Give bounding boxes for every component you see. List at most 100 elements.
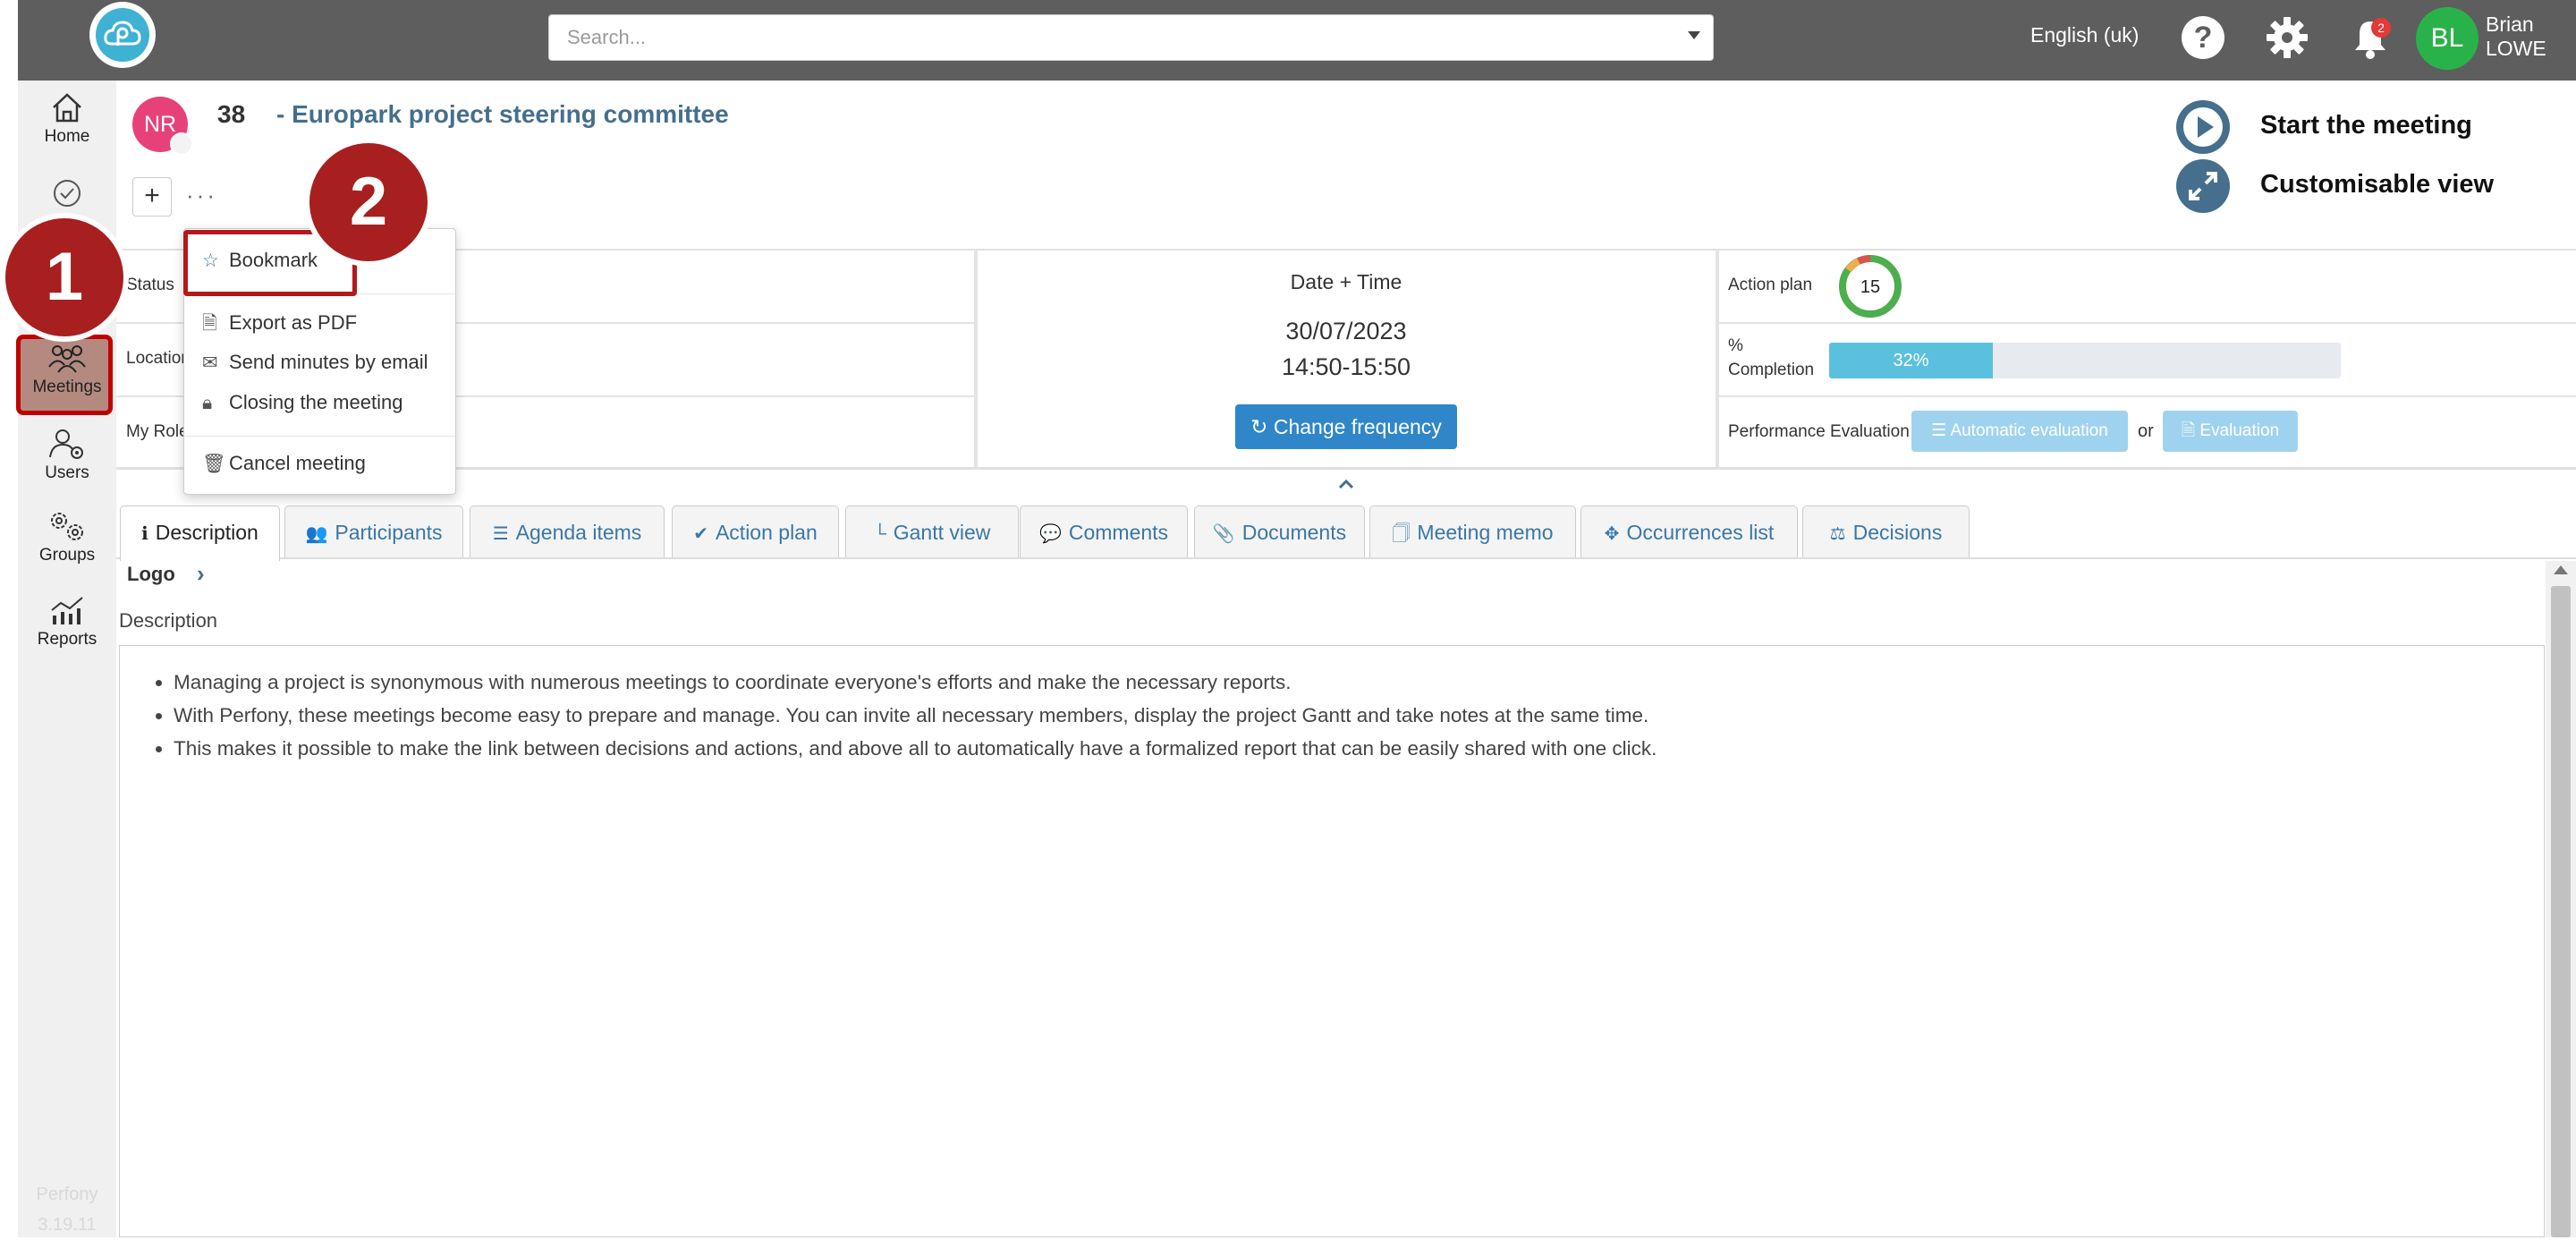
action-plan-label: Action plan (1728, 276, 1813, 294)
play-icon[interactable] (2176, 100, 2230, 154)
gears-icon (51, 513, 83, 540)
list-item: This makes it possible to make the link … (174, 732, 2544, 765)
tab-decisions[interactable]: ⚖ Decisions (1802, 505, 1970, 557)
meeting-title: - Europark project steering committee (276, 100, 729, 128)
add-button[interactable]: + (132, 177, 172, 217)
sidebar-item-meetings-content[interactable]: Meetings (18, 342, 116, 397)
tab-occurrences-list[interactable]: ✥ Occurrences list (1580, 505, 1798, 557)
scroll-up-arrow-icon[interactable] (2554, 565, 2568, 574)
tab-documents[interactable]: 📎 Documents (1194, 505, 1365, 557)
action-plan-donut[interactable]: 15 (1836, 252, 1904, 320)
search-input[interactable] (565, 15, 1678, 60)
chart-icon: └ (873, 524, 886, 544)
chevron-right-icon[interactable]: › (197, 560, 205, 588)
or-label: or (2138, 421, 2154, 441)
tab-label: Occurrences list (1626, 521, 1775, 544)
users-icon: 👥 (305, 524, 328, 544)
sidebar-item-reports[interactable]: Reports (18, 594, 116, 650)
list-item: Managing a project is synonymous with nu… (174, 666, 2544, 699)
sliders-icon: ☰ (1931, 421, 1951, 440)
tab-label: Gantt view (893, 521, 991, 544)
tab-label: Action plan (715, 521, 818, 544)
tab-meeting-memo[interactable]: 🗍 Meeting memo (1369, 505, 1576, 557)
chevron-down-icon[interactable] (1688, 31, 1700, 39)
version-number: 3.19.11 (38, 1215, 97, 1235)
memo-icon: 🗍 (1392, 524, 1411, 544)
collapse-chevron-up-icon[interactable] (1338, 478, 1354, 494)
tab-label: Participants (335, 521, 443, 544)
automatic-evaluation-label: Automatic evaluation (1950, 421, 2108, 440)
automatic-evaluation-button[interactable]: ☰ Automatic evaluation (1911, 411, 2128, 452)
refresh-icon: ↻ (1250, 415, 1274, 438)
sidebar-item-users[interactable]: Users (18, 428, 116, 483)
home-icon (53, 93, 81, 123)
user-first-name: Brian (2486, 13, 2534, 36)
performance-evaluation-label: Performance Evaluation : (1728, 422, 1919, 441)
info-grid-divider (1716, 249, 1719, 469)
start-meeting-button[interactable]: Start the meeting (2260, 111, 2472, 140)
search-box[interactable] (548, 14, 1714, 61)
tab-action-plan[interactable]: ✔ Action plan (672, 505, 839, 557)
user-name[interactable]: Brian LOWE (2486, 13, 2546, 61)
evaluation-label: Evaluation (2199, 421, 2280, 440)
app-logo[interactable] (89, 2, 156, 68)
info-grid-top-border (116, 249, 2576, 251)
scrollbar-thumb[interactable] (2551, 586, 2571, 1237)
language-selector[interactable]: English (uk) (2030, 23, 2139, 47)
sidebar-item-label: Groups (38, 546, 96, 565)
tab-label: Comments (1068, 521, 1169, 544)
list-icon: ☰ (492, 524, 509, 544)
tab-comments[interactable]: 💬 Comments (1020, 505, 1188, 557)
meeting-time: 14:50-15:50 (1281, 353, 1411, 380)
info-icon: ℹ (141, 524, 148, 544)
sidebar-item-tasks[interactable] (18, 177, 116, 213)
status-label: Status (126, 276, 174, 294)
arrows-icon: ✥ (1604, 524, 1620, 544)
role-label: My Role (126, 422, 189, 441)
change-frequency-button[interactable]: ↻ Change frequency (1235, 404, 1457, 449)
left-edge (0, 0, 18, 1237)
tab-agenda-items[interactable]: ☰ Agenda items (470, 505, 665, 557)
description-list: Managing a project is synonymous with nu… (120, 666, 2544, 765)
user-avatar[interactable]: BL (2416, 7, 2479, 70)
help-icon[interactable]: ? (2182, 16, 2224, 59)
meeting-number: 38 (217, 100, 246, 128)
notification-badge: 2 (2371, 18, 2391, 38)
check-circle-icon: ✔ (693, 524, 708, 544)
tab-gantt-view[interactable]: └ Gantt view (845, 505, 1019, 557)
completion-progress-bar: 32% (1829, 343, 1993, 378)
reports-chart-icon (51, 597, 83, 624)
gear-icon[interactable] (2264, 14, 2310, 61)
evaluation-button[interactable]: 🗎 Evaluation (2163, 411, 2298, 452)
menu-item-label: Closing the meeting (229, 391, 403, 413)
description-content[interactable]: Managing a project is synonymous with nu… (119, 645, 2545, 1237)
step-2-badge: 2 (304, 138, 433, 267)
menu-item-cancel-meeting[interactable]: 🗑︎ Cancel meeting (202, 452, 366, 475)
app-version: Perfony 3.19.11 (18, 1179, 116, 1240)
document-icon: 🗎 (2181, 421, 2200, 440)
expand-icon[interactable] (2176, 159, 2230, 213)
info-row-divider (1719, 395, 2576, 397)
meetings-icon (48, 345, 86, 373)
tab-description[interactable]: ℹ Description (120, 505, 280, 561)
menu-item-label: Export as PDF (229, 311, 358, 334)
menu-item-label: Send minutes by email (229, 351, 428, 373)
info-grid-divider (974, 249, 978, 469)
menu-item-export-pdf[interactable]: 🗎 Export as PDF (202, 310, 357, 342)
sidebar-item-home[interactable]: Home (18, 91, 116, 147)
info-grid-bottom-border (116, 467, 2576, 470)
sidebar-item-groups[interactable]: Groups (18, 510, 116, 565)
menu-item-closing-meeting[interactable]: 🔒︎ Closing the meeting (202, 391, 402, 414)
tab-label: Decisions (1852, 521, 1943, 544)
location-label: Location (126, 349, 191, 368)
tab-participants[interactable]: 👥 Participants (284, 505, 463, 557)
more-options-button[interactable]: ··· (186, 182, 217, 209)
customisable-view-button[interactable]: Customisable view (2260, 170, 2494, 200)
comments-icon: 💬 (1038, 524, 1062, 544)
app-name: Perfony (36, 1185, 98, 1204)
step-1-badge: 1 (0, 213, 129, 342)
tab-label: Meeting memo (1417, 521, 1554, 544)
menu-divider (184, 436, 455, 437)
menu-item-send-minutes[interactable]: ✉ Send minutes by email (202, 351, 428, 374)
paperclip-icon: 📎 (1212, 524, 1235, 544)
